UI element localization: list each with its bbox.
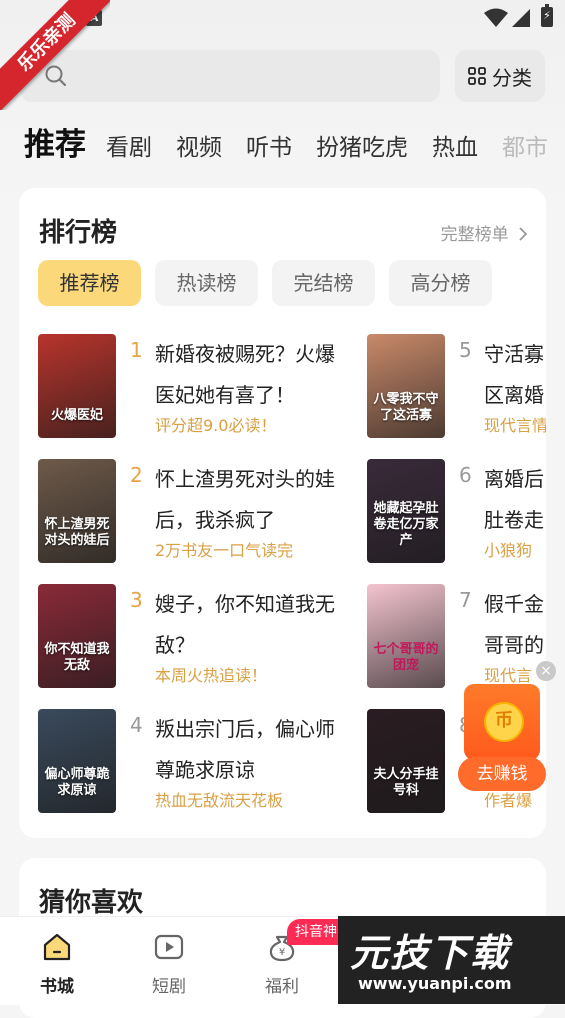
subtab-hot-read[interactable]: 热读榜	[155, 260, 258, 306]
book-item[interactable]: 八零我不守了这活寡 5 守活寡区离婚 现代言情	[367, 334, 546, 438]
close-icon[interactable]: ×	[536, 661, 556, 681]
rank-number: 2	[130, 463, 143, 487]
book-item[interactable]: 七个哥哥的团宠 7 假千金哥哥的 现代言	[367, 584, 546, 688]
book-tagline: 本周火热追读！	[155, 666, 268, 685]
guess-you-like-title: 猜你喜欢	[39, 888, 144, 918]
tab-video[interactable]: 视频	[176, 123, 222, 170]
cover-title: 偏心师尊跪求原谅	[44, 767, 110, 798]
subtab-recommended[interactable]: 推荐榜	[38, 260, 141, 306]
chevron-right-icon	[519, 227, 528, 241]
book-tagline: 2万书友一口气读完	[155, 541, 294, 560]
cover-title: 她藏起孕肚卷走亿万家产	[373, 501, 439, 548]
full-ranking-link[interactable]: 完整榜单	[441, 220, 528, 245]
svg-text:¥: ¥	[279, 947, 285, 958]
cover-title: 你不知道我无敌	[44, 642, 110, 673]
ribbon-text: 乐乐亲测	[0, 0, 110, 110]
cover-title: 七个哥哥的团宠	[373, 642, 439, 673]
category-button[interactable]: 分类	[455, 50, 545, 102]
cell-signal-icon	[512, 9, 530, 27]
book-item[interactable]: 火爆医妃 1 新婚夜被赐死？火爆医妃她有喜了！ 评分超9.0必读！	[38, 334, 348, 438]
tab-recommend[interactable]: 推荐	[24, 120, 86, 170]
ranking-subtabs: 推荐榜 热读榜 完结榜 高分榜	[38, 260, 492, 306]
book-item[interactable]: 你不知道我无敌 3 嫂子，你不知道我无敌？ 本周火热追读！	[38, 584, 348, 688]
rank-number: 7	[459, 588, 472, 612]
rank-number: 3	[130, 588, 143, 612]
book-title: 离婚后肚卷走	[484, 467, 544, 532]
book-cover: 七个哥哥的团宠	[367, 584, 445, 688]
channel-tabs: 推荐 看剧 视频 听书 扮猪吃虎 热血 都市	[24, 120, 565, 170]
coin-icon: 币	[484, 702, 524, 742]
tab-hot-blood[interactable]: 热血	[432, 123, 478, 170]
play-icon	[154, 934, 184, 960]
home-icon	[43, 933, 71, 961]
tab-underdog[interactable]: 扮猪吃虎	[316, 123, 408, 170]
nav-label: 福利	[265, 977, 299, 997]
rank-number: 6	[459, 463, 472, 487]
book-tagline: 小狼狗	[484, 541, 533, 560]
earn-money-button[interactable]: 去赚钱	[458, 757, 546, 791]
book-title: 怀上渣男死对头的娃后，我杀疯了	[155, 467, 335, 532]
book-item[interactable]: 怀上渣男死对头的娃后 2 怀上渣男死对头的娃后，我杀疯了 2万书友一口气读完	[38, 459, 348, 563]
full-ranking-label: 完整榜单	[440, 225, 509, 245]
book-cover: 她藏起孕肚卷走亿万家产	[367, 459, 445, 563]
book-tagline: 评分超9.0必读！	[155, 416, 277, 435]
nav-bookstore[interactable]: 书城	[22, 931, 92, 997]
subtab-high-score[interactable]: 高分榜	[389, 260, 492, 306]
ranking-title: 排行榜	[39, 218, 118, 248]
site-watermark: 元技下载 www.yuanpi.com	[338, 916, 565, 1004]
book-item[interactable]: 偏心师尊跪求原谅 4 叛出宗门后，偏心师尊跪求原谅 热血无敌流天花板	[38, 709, 348, 813]
nav-label: 短剧	[152, 977, 186, 997]
book-item[interactable]: 她藏起孕肚卷走亿万家产 6 离婚后肚卷走 小狼狗	[367, 459, 546, 563]
cover-title: 火爆医妃	[50, 408, 103, 423]
book-cover: 偏心师尊跪求原谅	[38, 709, 116, 813]
book-cover: 八零我不守了这活寡	[367, 334, 445, 438]
tab-urban[interactable]: 都市	[502, 123, 548, 170]
book-tagline: 现代言情	[484, 416, 546, 435]
book-cover: 夫人分手挂号科	[367, 709, 445, 813]
watermark-title: 元技下载	[350, 931, 511, 975]
tab-audiobook[interactable]: 听书	[246, 123, 292, 170]
battery-charging-icon: ⚡	[543, 9, 551, 22]
book-cover: 你不知道我无敌	[38, 584, 116, 688]
nav-short-drama[interactable]: 短剧	[134, 931, 204, 997]
book-title: 假千金哥哥的	[484, 592, 544, 657]
tab-drama[interactable]: 看剧	[106, 123, 152, 170]
red-packet-widget[interactable]: 币	[464, 684, 540, 760]
book-tagline: 热血无敌流天花板	[155, 791, 284, 810]
nav-label: 书城	[40, 977, 74, 997]
wifi-icon	[484, 8, 508, 27]
category-label: 分类	[492, 65, 532, 90]
book-cover: 怀上渣男死对头的娃后	[38, 459, 116, 563]
cover-title: 怀上渣男死对头的娃后	[44, 517, 110, 548]
battery-icon: ⚡	[541, 4, 553, 27]
subtab-completed[interactable]: 完结榜	[272, 260, 375, 306]
grid-icon	[468, 67, 486, 85]
watermark-url: www.yuanpi.com	[358, 974, 512, 993]
book-title: 嫂子，你不知道我无敌？	[155, 592, 335, 657]
cover-title: 夫人分手挂号科	[373, 767, 439, 798]
rank-number: 4	[130, 713, 143, 737]
cover-title: 八零我不守了这活寡	[373, 392, 439, 423]
rank-number: 5	[459, 338, 472, 362]
rank-number: 1	[130, 338, 143, 362]
book-title: 新婚夜被赐死？火爆医妃她有喜了！	[155, 342, 335, 407]
book-title: 守活寡区离婚	[484, 342, 544, 407]
book-cover: 火爆医妃	[38, 334, 116, 438]
book-title: 叛出宗门后，偏心师尊跪求原谅	[155, 717, 335, 782]
corner-ribbon: 乐乐亲测	[0, 0, 110, 110]
